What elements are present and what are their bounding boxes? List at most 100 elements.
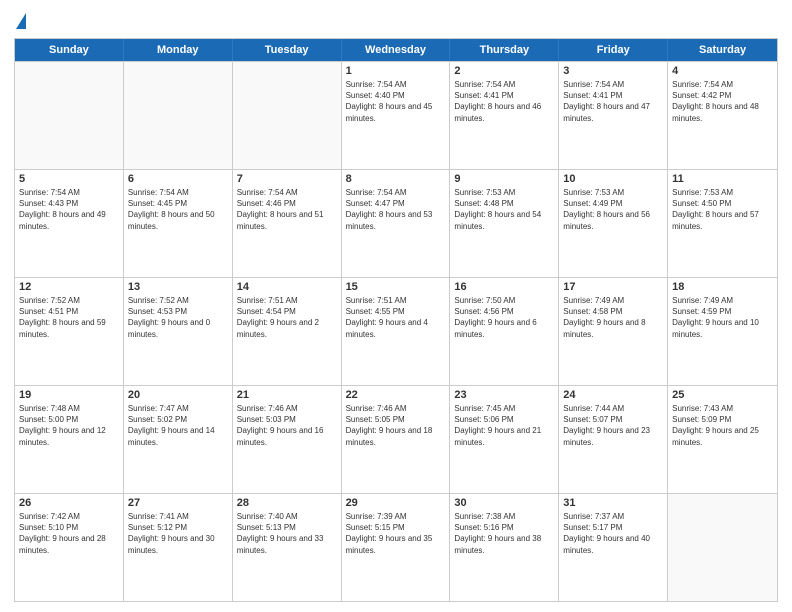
day-number: 30 xyxy=(454,497,554,509)
logo-triangle-icon xyxy=(16,13,26,29)
day-number: 7 xyxy=(237,173,337,185)
day-number: 29 xyxy=(346,497,446,509)
week-row-2: 5Sunrise: 7:54 AMSunset: 4:43 PMDaylight… xyxy=(15,169,777,277)
cal-cell: 24 Sunrise: 7:44 AMSunset: 5:07 PMDayligh… xyxy=(559,386,668,493)
day-number: 15 xyxy=(346,281,446,293)
cal-cell: 2 Sunrise: 7:54 AMSunset: 4:41 PMDaylight… xyxy=(450,62,559,169)
day-info: Sunrise: 7:52 AMSunset: 4:51 PMDaylight:… xyxy=(19,295,119,340)
cal-cell: 8 Sunrise: 7:54 AMSunset: 4:47 PMDaylight… xyxy=(342,170,451,277)
day-number: 18 xyxy=(672,281,773,293)
header-monday: Monday xyxy=(124,39,233,61)
day-info: Sunrise: 7:53 AMSunset: 4:50 PMDaylight:… xyxy=(672,187,773,232)
cal-cell: 17 Sunrise: 7:49 AMSunset: 4:58 PMDayligh… xyxy=(559,278,668,385)
cal-cell: 11 Sunrise: 7:53 AMSunset: 4:50 PMDayligh… xyxy=(668,170,777,277)
cal-cell: 13 Sunrise: 7:52 AMSunset: 4:53 PMDayligh… xyxy=(124,278,233,385)
logo xyxy=(14,14,26,32)
day-number: 20 xyxy=(128,389,228,401)
day-info: Sunrise: 7:47 AMSunset: 5:02 PMDaylight:… xyxy=(128,403,228,448)
day-info: Sunrise: 7:51 AMSunset: 4:55 PMDaylight:… xyxy=(346,295,446,340)
calendar: SundayMondayTuesdayWednesdayThursdayFrid… xyxy=(14,38,778,602)
cal-cell: 16Sunrise: 7:50 AMSunset: 4:56 PMDayligh… xyxy=(450,278,559,385)
day-info: Sunrise: 7:41 AMSunset: 5:12 PMDaylight:… xyxy=(128,511,228,556)
cal-cell: 20 Sunrise: 7:47 AMSunset: 5:02 PMDayligh… xyxy=(124,386,233,493)
day-info: Sunrise: 7:54 AMSunset: 4:41 PMDaylight:… xyxy=(454,79,554,124)
day-number: 13 xyxy=(128,281,228,293)
day-number: 28 xyxy=(237,497,337,509)
cal-cell: 3 Sunrise: 7:54 AMSunset: 4:41 PMDaylight… xyxy=(559,62,668,169)
cal-cell: 31 Sunrise: 7:37 AMSunset: 5:17 PMDayligh… xyxy=(559,494,668,601)
cal-cell xyxy=(15,62,124,169)
cal-cell: 5Sunrise: 7:54 AMSunset: 4:43 PMDaylight… xyxy=(15,170,124,277)
cal-cell: 27 Sunrise: 7:41 AMSunset: 5:12 PMDayligh… xyxy=(124,494,233,601)
day-info: Sunrise: 7:54 AMSunset: 4:47 PMDaylight:… xyxy=(346,187,446,232)
day-number: 6 xyxy=(128,173,228,185)
week-row-3: 12 Sunrise: 7:52 AMSunset: 4:51 PMDayligh… xyxy=(15,277,777,385)
day-info: Sunrise: 7:45 AMSunset: 5:06 PMDaylight:… xyxy=(454,403,554,448)
day-number: 22 xyxy=(346,389,446,401)
day-info: Sunrise: 7:54 AMSunset: 4:43 PMDaylight:… xyxy=(19,187,119,232)
day-number: 10 xyxy=(563,173,663,185)
day-number: 21 xyxy=(237,389,337,401)
week-row-4: 19 Sunrise: 7:48 AMSunset: 5:00 PMDayligh… xyxy=(15,385,777,493)
day-number: 25 xyxy=(672,389,773,401)
day-number: 19 xyxy=(19,389,119,401)
header-wednesday: Wednesday xyxy=(342,39,451,61)
day-number: 27 xyxy=(128,497,228,509)
day-info: Sunrise: 7:50 AMSunset: 4:56 PMDaylight:… xyxy=(454,295,554,340)
day-info: Sunrise: 7:39 AMSunset: 5:15 PMDaylight:… xyxy=(346,511,446,556)
day-info: Sunrise: 7:49 AMSunset: 4:58 PMDaylight:… xyxy=(563,295,663,340)
day-info: Sunrise: 7:40 AMSunset: 5:13 PMDaylight:… xyxy=(237,511,337,556)
header-thursday: Thursday xyxy=(450,39,559,61)
day-info: Sunrise: 7:54 AMSunset: 4:40 PMDaylight:… xyxy=(346,79,446,124)
cal-cell: 10 Sunrise: 7:53 AMSunset: 4:49 PMDayligh… xyxy=(559,170,668,277)
cal-cell: 14 Sunrise: 7:51 AMSunset: 4:54 PMDayligh… xyxy=(233,278,342,385)
header xyxy=(14,10,778,32)
header-sunday: Sunday xyxy=(15,39,124,61)
day-number: 2 xyxy=(454,65,554,77)
day-number: 17 xyxy=(563,281,663,293)
day-info: Sunrise: 7:43 AMSunset: 5:09 PMDaylight:… xyxy=(672,403,773,448)
cal-cell: 7Sunrise: 7:54 AMSunset: 4:46 PMDaylight… xyxy=(233,170,342,277)
cal-cell: 18Sunrise: 7:49 AMSunset: 4:59 PMDayligh… xyxy=(668,278,777,385)
day-info: Sunrise: 7:54 AMSunset: 4:41 PMDaylight:… xyxy=(563,79,663,124)
cal-cell xyxy=(124,62,233,169)
cal-cell: 19 Sunrise: 7:48 AMSunset: 5:00 PMDayligh… xyxy=(15,386,124,493)
day-number: 24 xyxy=(563,389,663,401)
day-number: 11 xyxy=(672,173,773,185)
cal-cell xyxy=(668,494,777,601)
header-saturday: Saturday xyxy=(668,39,777,61)
cal-cell xyxy=(233,62,342,169)
day-info: Sunrise: 7:44 AMSunset: 5:07 PMDaylight:… xyxy=(563,403,663,448)
page: SundayMondayTuesdayWednesdayThursdayFrid… xyxy=(0,0,792,612)
day-info: Sunrise: 7:54 AMSunset: 4:42 PMDaylight:… xyxy=(672,79,773,124)
cal-cell: 21 Sunrise: 7:46 AMSunset: 5:03 PMDayligh… xyxy=(233,386,342,493)
day-info: Sunrise: 7:37 AMSunset: 5:17 PMDaylight:… xyxy=(563,511,663,556)
cal-cell: 12 Sunrise: 7:52 AMSunset: 4:51 PMDayligh… xyxy=(15,278,124,385)
day-info: Sunrise: 7:42 AMSunset: 5:10 PMDaylight:… xyxy=(19,511,119,556)
day-number: 3 xyxy=(563,65,663,77)
cal-cell: 28 Sunrise: 7:40 AMSunset: 5:13 PMDayligh… xyxy=(233,494,342,601)
header-friday: Friday xyxy=(559,39,668,61)
day-info: Sunrise: 7:46 AMSunset: 5:03 PMDaylight:… xyxy=(237,403,337,448)
week-row-5: 26Sunrise: 7:42 AMSunset: 5:10 PMDayligh… xyxy=(15,493,777,601)
calendar-body: 1 Sunrise: 7:54 AMSunset: 4:40 PMDaylight… xyxy=(15,61,777,601)
cal-cell: 4 Sunrise: 7:54 AMSunset: 4:42 PMDaylight… xyxy=(668,62,777,169)
cal-cell: 23Sunrise: 7:45 AMSunset: 5:06 PMDayligh… xyxy=(450,386,559,493)
cal-cell: 22Sunrise: 7:46 AMSunset: 5:05 PMDayligh… xyxy=(342,386,451,493)
day-number: 12 xyxy=(19,281,119,293)
day-number: 9 xyxy=(454,173,554,185)
day-number: 31 xyxy=(563,497,663,509)
day-number: 4 xyxy=(672,65,773,77)
cal-cell: 30Sunrise: 7:38 AMSunset: 5:16 PMDayligh… xyxy=(450,494,559,601)
day-info: Sunrise: 7:53 AMSunset: 4:49 PMDaylight:… xyxy=(563,187,663,232)
day-number: 8 xyxy=(346,173,446,185)
week-row-1: 1 Sunrise: 7:54 AMSunset: 4:40 PMDaylight… xyxy=(15,61,777,169)
day-info: Sunrise: 7:48 AMSunset: 5:00 PMDaylight:… xyxy=(19,403,119,448)
day-info: Sunrise: 7:51 AMSunset: 4:54 PMDaylight:… xyxy=(237,295,337,340)
day-number: 14 xyxy=(237,281,337,293)
cal-cell: 15 Sunrise: 7:51 AMSunset: 4:55 PMDayligh… xyxy=(342,278,451,385)
cal-cell: 6Sunrise: 7:54 AMSunset: 4:45 PMDaylight… xyxy=(124,170,233,277)
day-number: 1 xyxy=(346,65,446,77)
day-info: Sunrise: 7:52 AMSunset: 4:53 PMDaylight:… xyxy=(128,295,228,340)
cal-cell: 25 Sunrise: 7:43 AMSunset: 5:09 PMDayligh… xyxy=(668,386,777,493)
